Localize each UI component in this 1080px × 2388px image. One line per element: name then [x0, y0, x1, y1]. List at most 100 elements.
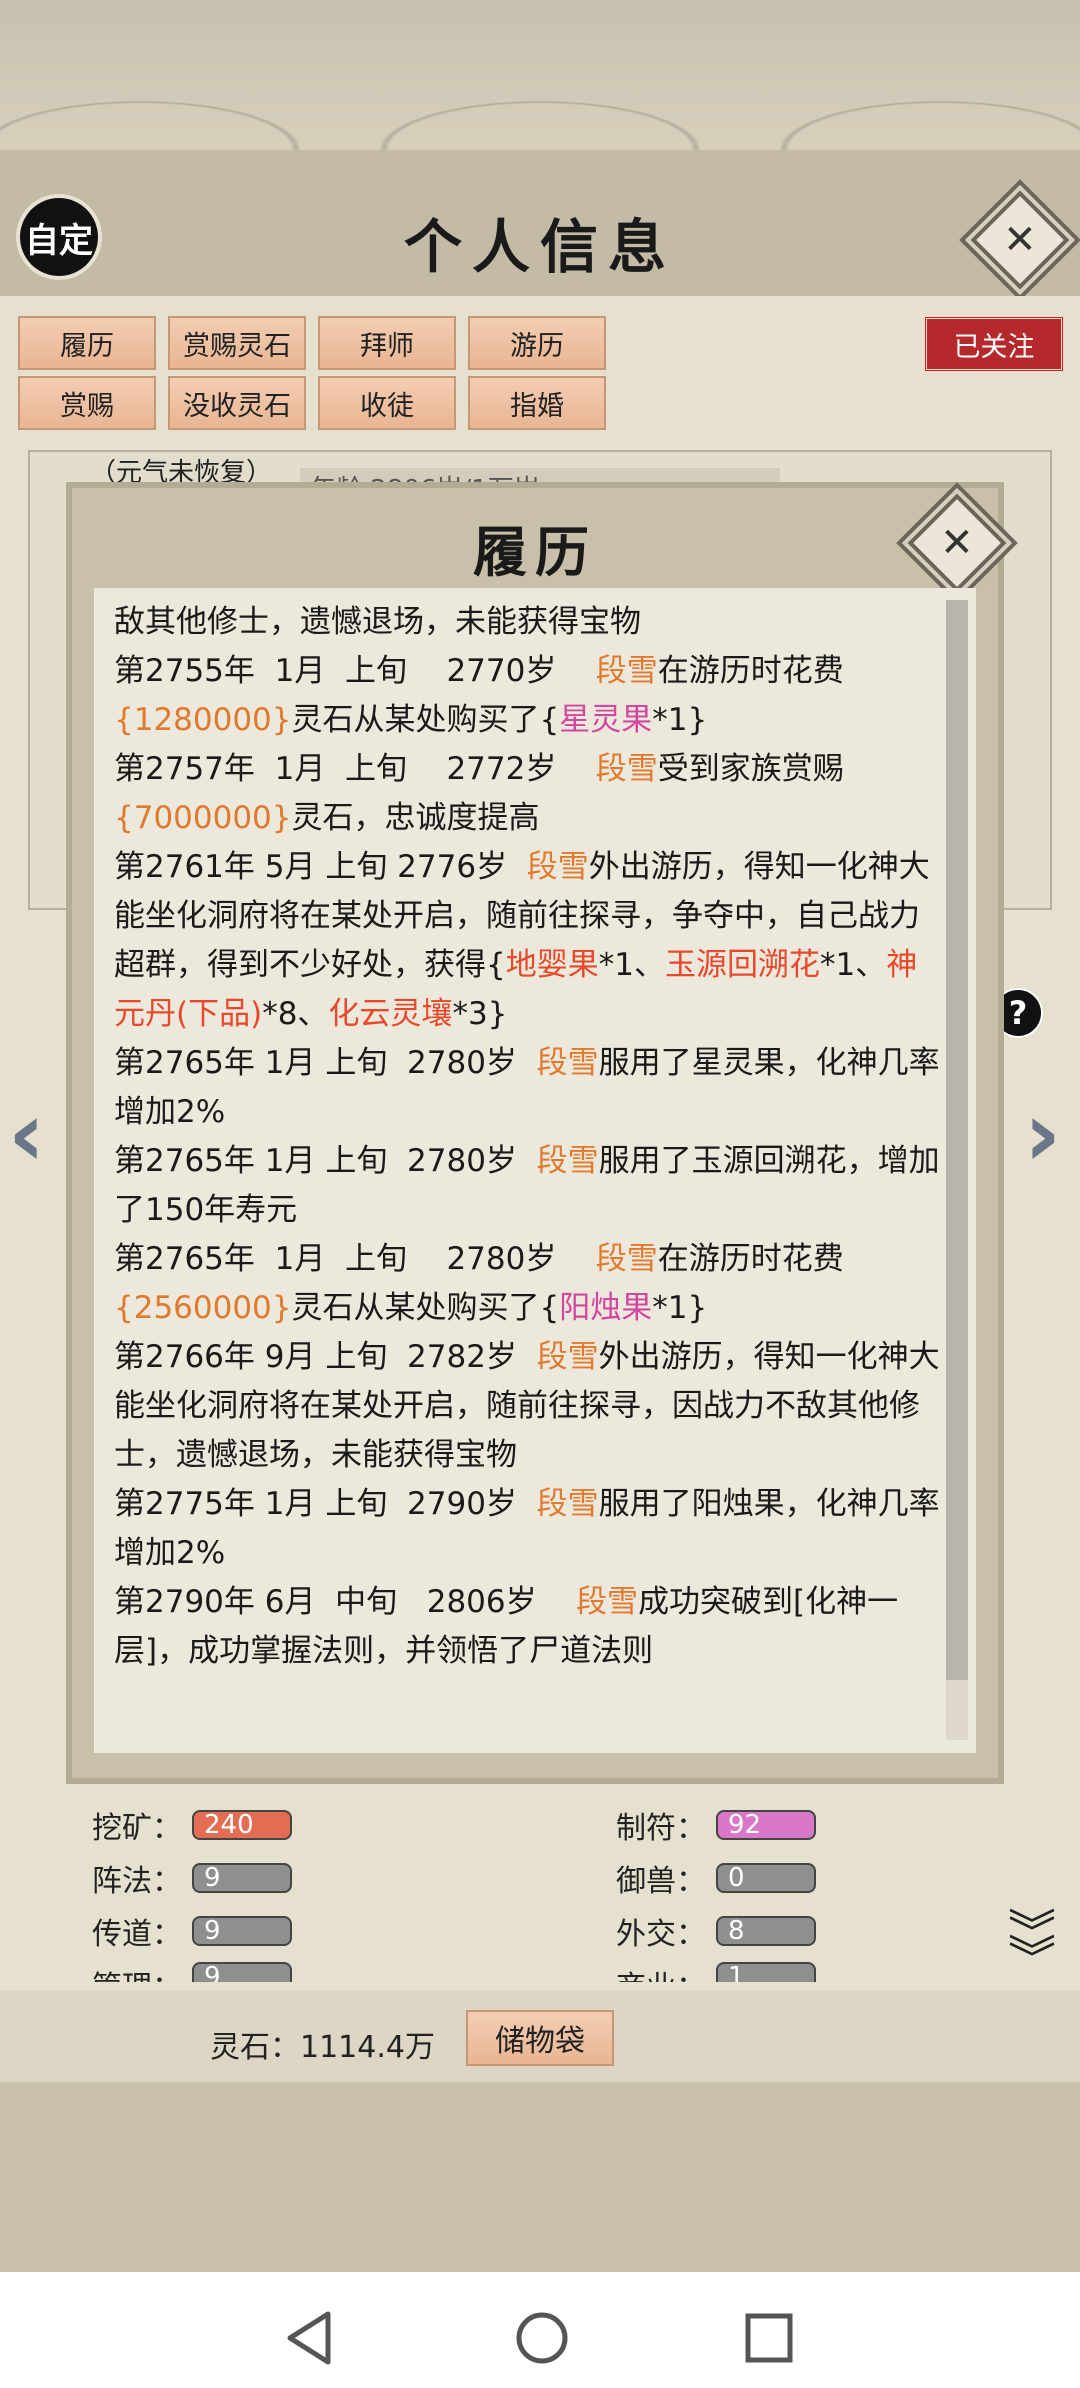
- skill-row-preaching: 传道： 9: [92, 1909, 292, 1953]
- resume-text-segment: 第2790年 6月 中旬 2806岁: [114, 1584, 577, 1620]
- resume-highlight: {2560000}: [114, 1290, 292, 1326]
- skill-value-bar: 9: [192, 1916, 292, 1946]
- action-button-reward[interactable]: 赏赐: [18, 376, 156, 430]
- skill-label: 管理：: [92, 1962, 182, 1982]
- resume-highlight: 段雪: [536, 1486, 599, 1522]
- skill-row-diplomacy: 外交： 8: [616, 1909, 816, 1953]
- resume-highlight: 段雪: [536, 1339, 599, 1375]
- prev-arrow-icon[interactable]: ‹: [8, 1090, 45, 1180]
- resume-text-segment: 第2766年 9月 上旬 2782岁: [114, 1339, 537, 1375]
- resume-text-segment: 灵石从某处购买了{: [291, 1290, 560, 1326]
- resume-highlight: {7000000}: [114, 800, 292, 836]
- scrollbar-thumb[interactable]: [946, 600, 968, 1680]
- skill-label: 阵法：: [92, 1864, 182, 1899]
- resume-entry: 第2757年 1月 上旬 2772岁 段雪受到家族赏赐 {7000000}灵石，忠…: [114, 745, 944, 843]
- skill-row-formation: 阵法： 9: [92, 1856, 292, 1900]
- empty-band: [0, 2082, 1080, 2272]
- resume-text-segment: 敌其他修士，遗憾退场，未能获得宝物: [114, 604, 641, 640]
- resume-modal: 履历 ✕ 敌其他修士，遗憾退场，未能获得宝物 第2755年 1月 上旬 2770岁…: [72, 488, 1007, 1778]
- resume-entry: 第2765年 1月 上旬 2780岁 段雪服用了星灵果，化神几率增加2%: [114, 1039, 944, 1137]
- skill-row-commerce: 商业： 1: [616, 1962, 816, 1982]
- skill-label: 传道：: [92, 1917, 182, 1952]
- resume-text-segment: *1}: [652, 702, 708, 738]
- skill-label: 制符：: [616, 1811, 706, 1846]
- skill-label: 挖矿：: [92, 1811, 182, 1846]
- skill-value-bar: 9: [192, 1863, 292, 1893]
- action-button-resume[interactable]: 履历: [18, 316, 156, 370]
- action-button-apprentice[interactable]: 拜师: [318, 316, 456, 370]
- action-button-reward-stones[interactable]: 赏赐灵石: [168, 316, 306, 370]
- resume-content-box[interactable]: 敌其他修士，遗憾退场，未能获得宝物 第2755年 1月 上旬 2770岁 段雪在游…: [94, 588, 976, 1753]
- storage-bag-button[interactable]: 储物袋: [466, 2010, 614, 2066]
- skill-label: 商业：: [616, 1962, 706, 1982]
- resume-highlight: 段雪: [595, 751, 658, 787]
- home-icon[interactable]: [514, 2310, 570, 2366]
- spirit-stones-total: 灵石：1114.4万: [210, 2030, 435, 2065]
- resume-entry: 第2790年 6月 中旬 2806岁 段雪成功突破到[化神一层]，成功掌握法则，…: [114, 1578, 944, 1676]
- resume-entry: 第2775年 1月 上旬 2790岁 段雪服用了阳烛果，化神几率增加2%: [114, 1480, 944, 1578]
- resume-highlight: 段雪: [595, 653, 658, 689]
- resume-text-segment: *3}: [452, 996, 508, 1032]
- resume-entry: 第2761年 5月 上旬 2776岁 段雪外出游历，得知一化神大能坐化洞府将在某…: [114, 843, 944, 1039]
- page-title: 个人信息: [403, 213, 676, 281]
- resume-highlight: 段雪: [536, 1143, 599, 1179]
- skill-value-bar: 92: [716, 1810, 816, 1840]
- resume-highlight: 化云灵壤: [328, 996, 453, 1032]
- action-button-travel[interactable]: 游历: [468, 316, 606, 370]
- skill-value-bar: 1: [716, 1962, 816, 1982]
- resume-text-segment: 第2761年 5月 上旬 2776岁: [114, 849, 527, 885]
- resume-highlight: 地婴果: [505, 947, 599, 983]
- status-text: （元气未恢复）: [90, 458, 273, 488]
- resume-highlight: 玉源回溯花: [664, 947, 820, 983]
- resume-highlight: 段雪: [576, 1584, 639, 1620]
- resume-text-segment: 第2765年 1月 上旬 2780岁: [114, 1143, 537, 1179]
- skill-row-talisman: 制符： 92: [616, 1803, 816, 1847]
- resume-text-segment: 在游历时花费: [657, 1241, 844, 1277]
- resume-highlight: 段雪: [526, 849, 589, 885]
- resume-highlight: 段雪: [536, 1045, 599, 1081]
- resume-text-segment: *8、: [262, 996, 329, 1032]
- resume-entry: 第2765年 1月 上旬 2780岁 段雪服用了玉源回溯花，增加了150年寿元: [114, 1137, 944, 1235]
- top-decoration: [0, 0, 1080, 150]
- resume-text-segment: 灵石从某处购买了{: [291, 702, 560, 738]
- help-icon[interactable]: ?: [993, 988, 1043, 1038]
- resume-log: 敌其他修士，遗憾退场，未能获得宝物 第2755年 1月 上旬 2770岁 段雪在游…: [114, 598, 944, 1676]
- skill-value-bar: 9: [192, 1962, 292, 1982]
- resume-highlight: 段雪: [595, 1241, 658, 1277]
- resume-text-segment: *1}: [652, 1290, 708, 1326]
- resume-highlight: {1280000}: [114, 702, 292, 738]
- back-icon[interactable]: [284, 2310, 334, 2366]
- modal-title: 履历: [473, 520, 597, 584]
- close-icon: ✕: [1003, 216, 1037, 263]
- resume-text-segment: *1、: [819, 947, 887, 983]
- resume-entry: 第2755年 1月 上旬 2770岁 段雪在游历时花费 {1280000}灵石从某…: [114, 647, 944, 745]
- skill-value-bar: 240: [192, 1810, 292, 1840]
- recents-icon[interactable]: [744, 2310, 794, 2366]
- skill-row-mining: 挖矿： 240: [92, 1803, 292, 1847]
- resume-text-segment: 第2775年 1月 上旬 2790岁: [114, 1486, 537, 1522]
- resume-text-segment: 受到家族赏赐: [657, 751, 844, 787]
- skill-value-bar: 0: [716, 1863, 816, 1893]
- resume-text-segment: 在游历时花费: [657, 653, 844, 689]
- resume-text-segment: 灵石，忠诚度提高: [291, 800, 540, 836]
- resume-text-segment: 第2755年 1月 上旬 2770岁: [114, 653, 596, 689]
- resume-entry: 第2766年 9月 上旬 2782岁 段雪外出游历，得知一化神大能坐化洞府将在某…: [114, 1333, 944, 1480]
- skill-row-beast-taming: 御兽： 0: [616, 1856, 816, 1900]
- resume-text-segment: 第2757年 1月 上旬 2772岁: [114, 751, 596, 787]
- skill-label: 御兽：: [616, 1864, 706, 1899]
- resume-entry: 第2765年 1月 上旬 2780岁 段雪在游历时花费 {2560000}灵石从某…: [114, 1235, 944, 1333]
- close-icon: ✕: [940, 519, 974, 566]
- resume-highlight: 阳烛果: [559, 1290, 653, 1326]
- next-arrow-icon[interactable]: ›: [1024, 1090, 1061, 1180]
- followed-button[interactable]: 已关注: [924, 316, 1064, 372]
- action-button-confiscate[interactable]: 没收灵石: [168, 376, 306, 430]
- scroll-down-icon[interactable]: ︾ ︾: [1008, 1909, 1056, 1983]
- action-button-take-disciple[interactable]: 收徒: [318, 376, 456, 430]
- resume-highlight: 星灵果: [559, 702, 653, 738]
- resume-text-segment: 第2765年 1月 上旬 2780岁: [114, 1241, 596, 1277]
- skill-label: 外交：: [616, 1917, 706, 1952]
- resume-entry: 敌其他修士，遗憾退场，未能获得宝物: [114, 598, 944, 647]
- resume-text-segment: 第2765年 1月 上旬 2780岁: [114, 1045, 537, 1081]
- action-button-arrange-marriage[interactable]: 指婚: [468, 376, 606, 430]
- skill-value-bar: 8: [716, 1916, 816, 1946]
